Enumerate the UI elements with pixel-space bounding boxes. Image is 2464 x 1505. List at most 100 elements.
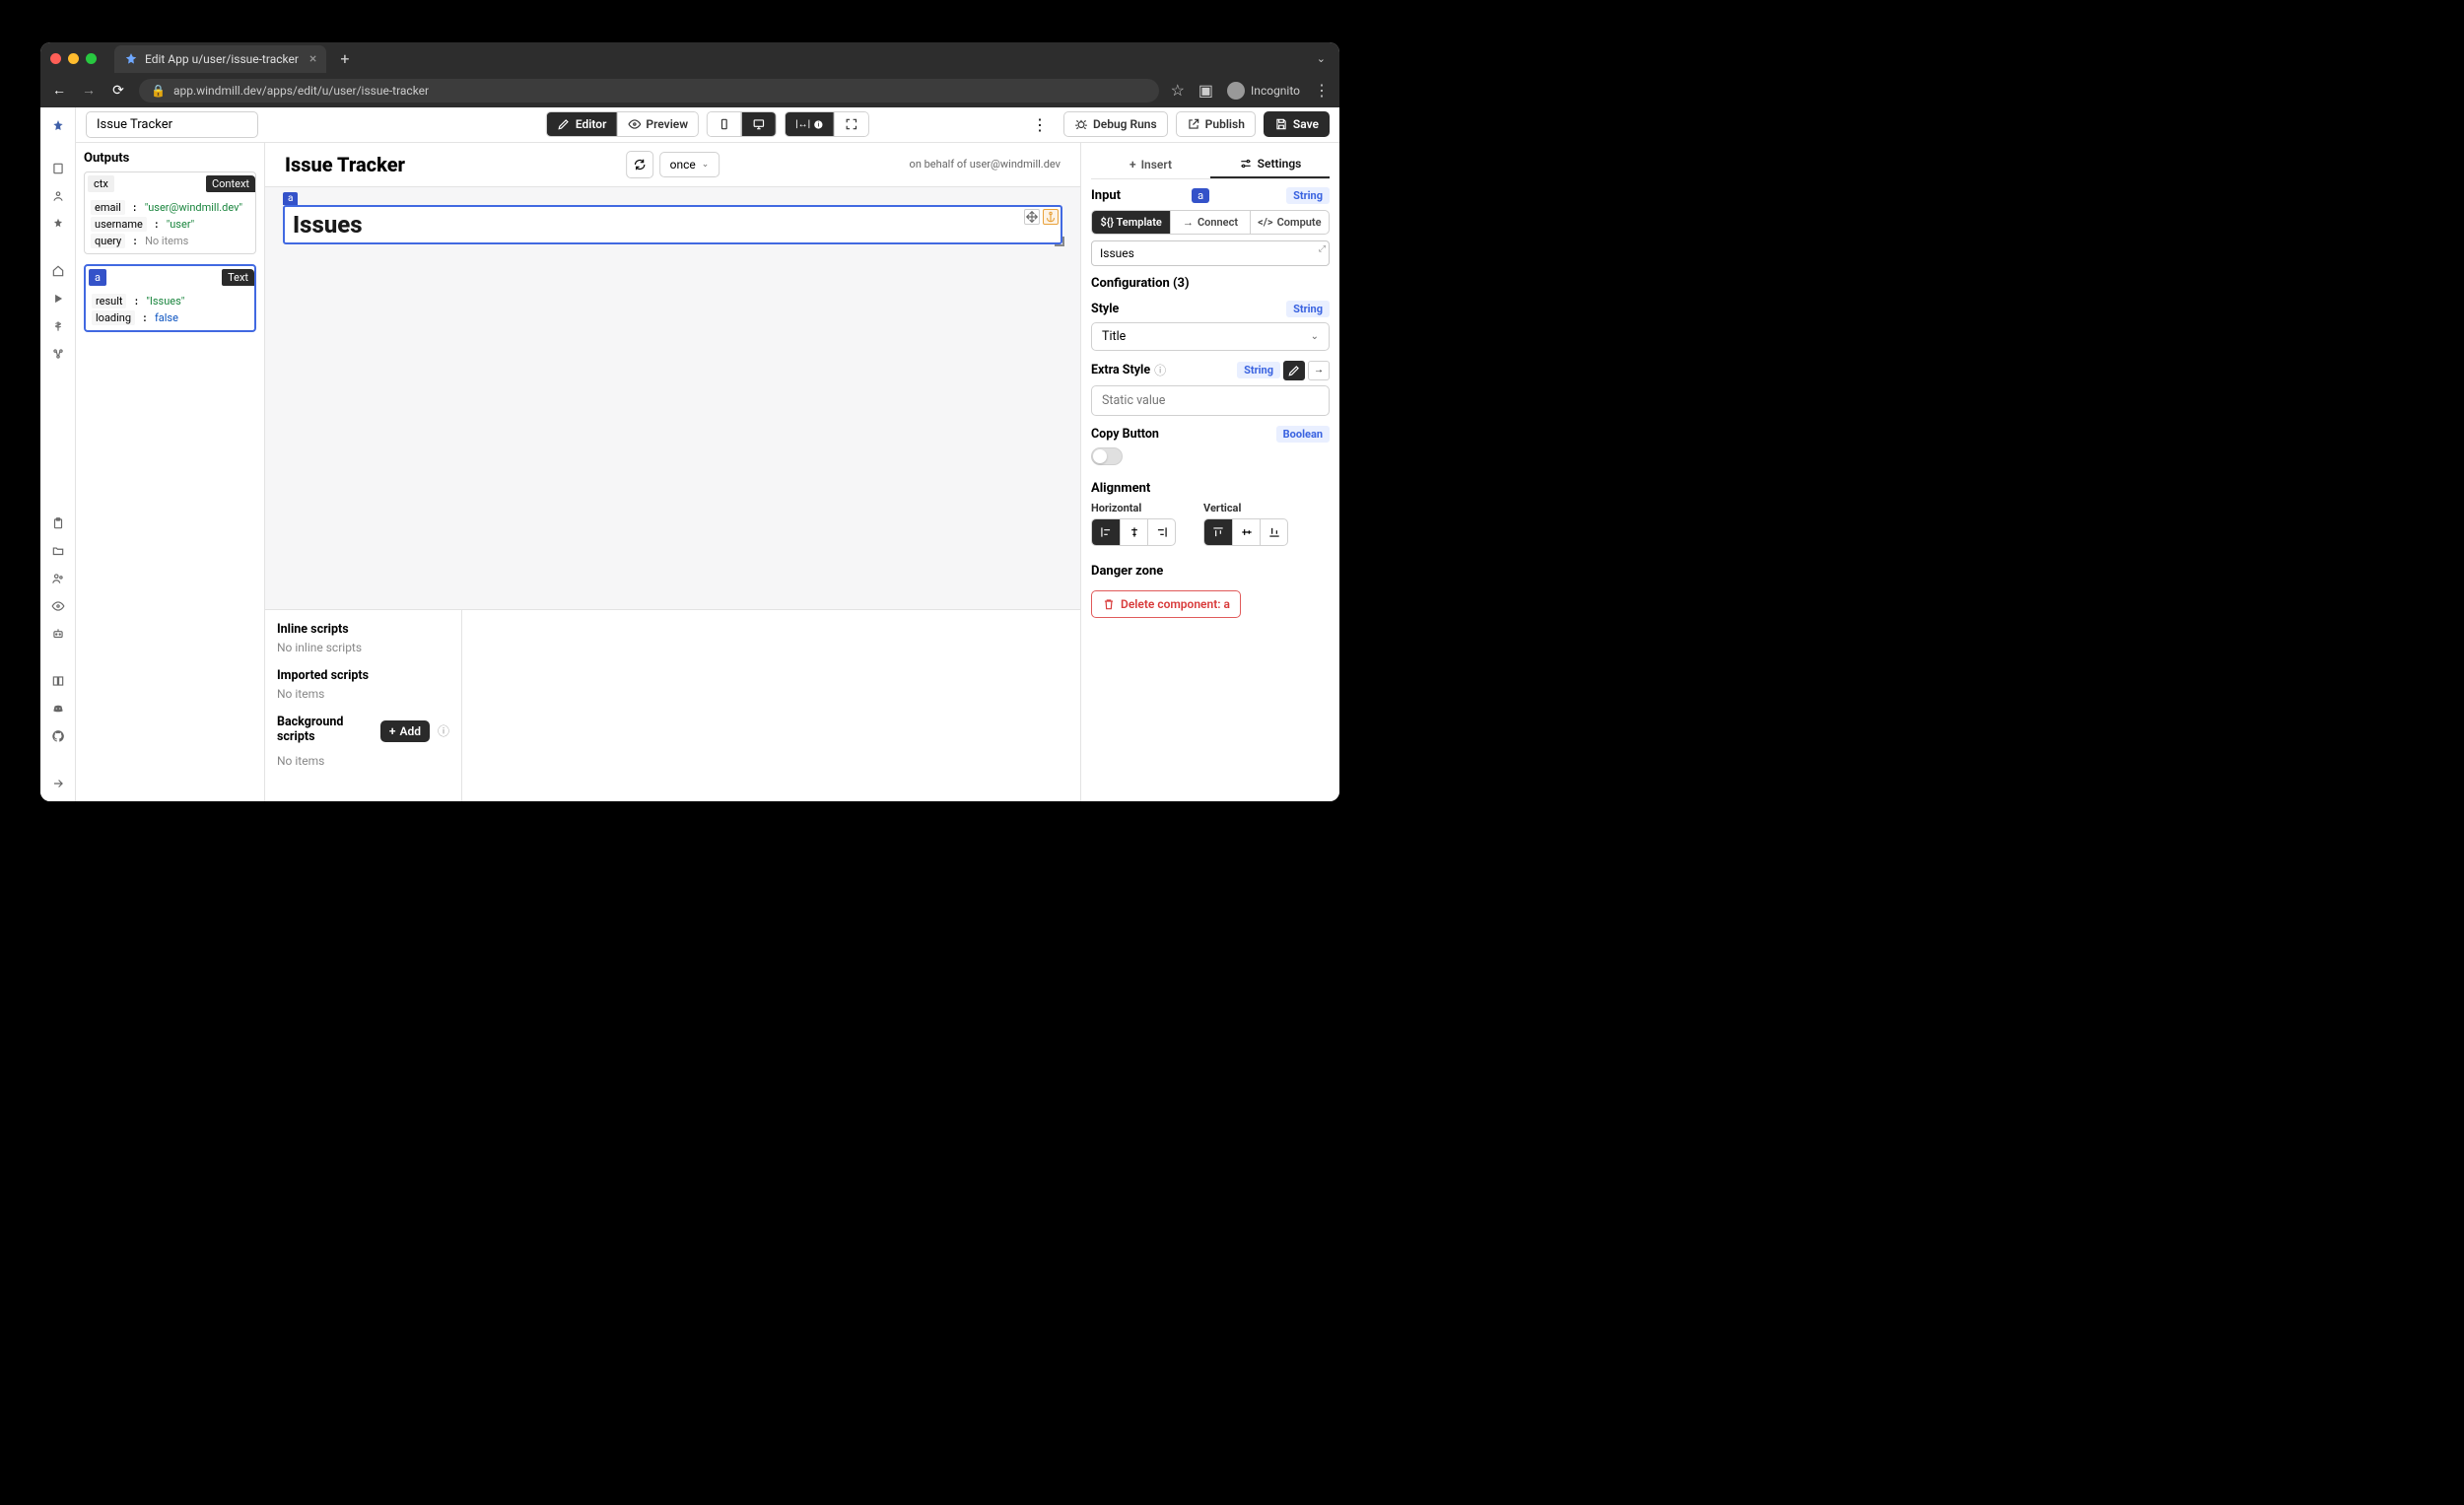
anchor-icon bbox=[1044, 210, 1058, 224]
align-center-button[interactable] bbox=[1120, 519, 1147, 545]
canvas[interactable]: a Issues bbox=[265, 187, 1080, 609]
debug-runs-button[interactable]: Debug Runs bbox=[1063, 111, 1168, 137]
ctx-tag: Context bbox=[206, 175, 255, 192]
connect-button[interactable]: → bbox=[1308, 361, 1330, 380]
resize-handle[interactable] bbox=[1055, 237, 1064, 246]
rail-page-icon[interactable] bbox=[48, 159, 68, 178]
close-window-icon[interactable] bbox=[50, 53, 61, 64]
close-tab-icon[interactable]: × bbox=[309, 51, 316, 67]
align-right-button[interactable] bbox=[1147, 519, 1175, 545]
bookmark-icon[interactable]: ☆ bbox=[1171, 81, 1185, 100]
rail-workers-icon[interactable] bbox=[48, 344, 68, 364]
windmill-logo-icon[interactable] bbox=[47, 115, 69, 137]
selected-text-component[interactable]: a Issues bbox=[283, 205, 1062, 244]
forward-button[interactable]: → bbox=[80, 82, 98, 99]
bug-icon bbox=[1074, 117, 1088, 131]
fullscreen-button[interactable] bbox=[834, 112, 868, 136]
text-component-content: Issues bbox=[293, 211, 1053, 239]
edit-button[interactable] bbox=[1283, 361, 1305, 380]
arrow-right-icon: → bbox=[1183, 216, 1194, 229]
style-type-badge: String bbox=[1286, 301, 1330, 317]
browser-menu-icon[interactable]: ⋮ bbox=[1314, 81, 1330, 100]
editor-button[interactable]: Editor bbox=[547, 112, 617, 136]
scripts-panel: Inline scripts No inline scripts Importe… bbox=[265, 609, 1080, 801]
rail-dollar-icon[interactable] bbox=[48, 316, 68, 336]
fullscreen-icon bbox=[845, 117, 858, 131]
more-menu-button[interactable]: ⋮ bbox=[1024, 111, 1056, 138]
chevron-down-icon: ⌄ bbox=[702, 160, 710, 170]
new-tab-button[interactable]: + bbox=[334, 49, 355, 68]
rail-clipboard-icon[interactable] bbox=[48, 513, 68, 533]
rail-bot-icon[interactable] bbox=[48, 624, 68, 644]
template-mode-button[interactable]: ${} Template bbox=[1092, 211, 1170, 234]
rail-book-icon[interactable] bbox=[48, 671, 68, 691]
canvas-title: Issue Tracker bbox=[285, 153, 405, 176]
align-center-icon bbox=[1128, 525, 1141, 539]
template-input[interactable]: Issues ⤢ bbox=[1091, 240, 1330, 266]
rail-play-icon[interactable] bbox=[48, 289, 68, 308]
topbar: Editor Preview |↔|i bbox=[76, 107, 1339, 143]
align-left-button[interactable] bbox=[1092, 519, 1120, 545]
preview-button[interactable]: Preview bbox=[616, 112, 698, 136]
add-background-script-button[interactable]: + Add bbox=[380, 720, 430, 742]
compute-mode-button[interactable]: </>Compute bbox=[1250, 211, 1329, 234]
width-button[interactable]: |↔|i bbox=[786, 112, 834, 136]
info-icon[interactable]: ⓘ bbox=[438, 722, 449, 739]
browser-tab[interactable]: Edit App u/user/issue-tracker × bbox=[114, 45, 326, 73]
refresh-mode-select[interactable]: once ⌄ bbox=[659, 152, 720, 177]
url-text: app.windmill.dev/apps/edit/u/user/issue-… bbox=[173, 84, 429, 98]
copy-button-toggle[interactable] bbox=[1091, 447, 1123, 465]
chevron-down-icon: ⌄ bbox=[1311, 331, 1319, 342]
save-button[interactable]: Save bbox=[1264, 111, 1330, 137]
window-controls[interactable] bbox=[50, 53, 106, 64]
settings-panel: + Insert Settings Input a String bbox=[1080, 143, 1339, 801]
rail-eye-icon[interactable] bbox=[48, 596, 68, 616]
style-select[interactable]: Title ⌄ bbox=[1091, 322, 1330, 351]
output-row: result : "Issues" bbox=[92, 293, 248, 309]
viewport-toggle bbox=[707, 111, 777, 137]
mobile-viewport-button[interactable] bbox=[708, 112, 741, 136]
rail-discord-icon[interactable] bbox=[48, 699, 68, 718]
maximize-window-icon[interactable] bbox=[86, 53, 97, 64]
align-top-button[interactable] bbox=[1204, 519, 1232, 545]
ctx-row: email : "user@windmill.dev" bbox=[91, 199, 249, 216]
tabs-menu-icon[interactable]: ⌄ bbox=[1317, 52, 1330, 65]
rail-folder-icon[interactable] bbox=[48, 541, 68, 561]
rail-collapse-icon[interactable] bbox=[48, 774, 68, 793]
refresh-button[interactable] bbox=[626, 151, 653, 178]
settings-tab[interactable]: Settings bbox=[1210, 151, 1330, 178]
rail-team-icon[interactable] bbox=[48, 569, 68, 588]
reload-button[interactable]: ⟳ bbox=[109, 83, 127, 99]
app-name-input[interactable] bbox=[86, 111, 258, 138]
context-box[interactable]: ctx Context email : "user@windmill.dev" … bbox=[84, 171, 256, 254]
back-button[interactable]: ← bbox=[50, 82, 68, 99]
extra-style-label: Extra Style bbox=[1091, 363, 1150, 377]
publish-button[interactable]: Publish bbox=[1176, 111, 1256, 137]
tab-title: Edit App u/user/issue-tracker bbox=[145, 52, 299, 66]
align-middle-button[interactable] bbox=[1232, 519, 1260, 545]
expand-icon[interactable]: ⤢ bbox=[1319, 244, 1326, 254]
selected-component-output-box[interactable]: a Text result : "Issues" loading : false bbox=[84, 264, 256, 332]
info-icon[interactable]: ⓘ bbox=[1154, 362, 1166, 378]
rail-github-icon[interactable] bbox=[48, 726, 68, 746]
incognito-indicator: Incognito bbox=[1227, 82, 1300, 100]
rail-star-icon[interactable] bbox=[48, 214, 68, 234]
align-bottom-button[interactable] bbox=[1260, 519, 1287, 545]
vertical-align-group bbox=[1203, 518, 1288, 546]
delete-component-button[interactable]: Delete component: a bbox=[1091, 590, 1241, 618]
move-handle[interactable] bbox=[1024, 209, 1040, 225]
address-bar[interactable]: 🔒 app.windmill.dev/apps/edit/u/user/issu… bbox=[139, 79, 1159, 103]
extensions-icon[interactable]: ▣ bbox=[1198, 81, 1213, 100]
ctx-chip: ctx bbox=[88, 175, 114, 192]
connect-mode-button[interactable]: →Connect bbox=[1170, 211, 1249, 234]
extra-style-input[interactable] bbox=[1091, 385, 1330, 416]
desktop-viewport-button[interactable] bbox=[741, 112, 776, 136]
minimize-window-icon[interactable] bbox=[68, 53, 79, 64]
rail-home-icon[interactable] bbox=[48, 261, 68, 281]
anchor-handle[interactable] bbox=[1043, 209, 1059, 225]
canvas-wrap: Issue Tracker once ⌄ on behalf of user@w… bbox=[265, 143, 1080, 801]
component-id-chip: a bbox=[89, 269, 106, 286]
left-rail bbox=[40, 107, 76, 801]
insert-tab[interactable]: + Insert bbox=[1091, 151, 1210, 178]
rail-user-icon[interactable] bbox=[48, 186, 68, 206]
